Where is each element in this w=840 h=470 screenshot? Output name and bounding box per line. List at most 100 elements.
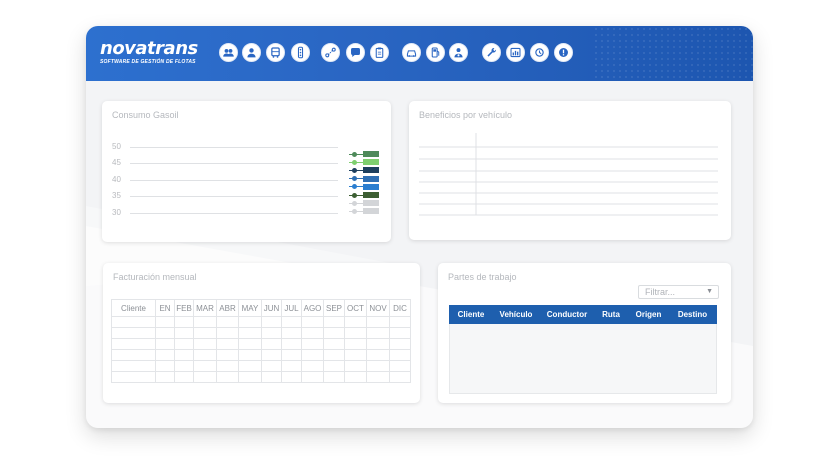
logo[interactable]: novatrans SOFTWARE DE GESTIÓN DE FLOTAS xyxy=(100,40,198,66)
legend-swatch xyxy=(363,192,379,198)
legend-marker xyxy=(352,208,357,214)
gridline xyxy=(130,213,338,214)
table-cell xyxy=(111,338,156,350)
table-row xyxy=(111,338,411,350)
app-window: novatrans SOFTWARE DE GESTIÓN DE FLOTAS xyxy=(86,26,753,428)
wrench-icon[interactable] xyxy=(482,43,501,62)
table-cell xyxy=(261,338,282,350)
fuel-icon[interactable] xyxy=(426,43,445,62)
table-row xyxy=(111,360,411,372)
gridline xyxy=(130,196,338,197)
column-header[interactable]: MAR xyxy=(193,299,217,317)
report-icon[interactable] xyxy=(506,43,525,62)
table-cell xyxy=(238,360,262,372)
table-cell xyxy=(261,327,282,339)
traffic-light-icon[interactable] xyxy=(291,43,310,62)
chat-icon[interactable] xyxy=(346,43,365,62)
partes-title: Partes de trabajo xyxy=(448,272,517,282)
column-header[interactable]: FEB xyxy=(174,299,194,317)
gridline xyxy=(130,163,338,164)
table-cell xyxy=(389,360,411,372)
service-icon[interactable] xyxy=(530,43,549,62)
driver-icon[interactable] xyxy=(449,43,468,62)
column-header[interactable]: Conductor xyxy=(539,310,595,319)
legend-marker xyxy=(352,192,357,198)
column-header[interactable]: AGO xyxy=(301,299,324,317)
table-cell xyxy=(261,360,282,372)
table-cell xyxy=(174,360,194,372)
column-header[interactable]: Ruta xyxy=(595,310,627,319)
header-pattern xyxy=(593,26,753,81)
column-header[interactable]: JUN xyxy=(261,299,282,317)
table-cell xyxy=(238,349,262,361)
table-cell xyxy=(193,316,217,328)
table-cell xyxy=(111,371,156,383)
table-cell xyxy=(155,371,175,383)
user-icon[interactable] xyxy=(242,43,261,62)
table-cell xyxy=(301,360,324,372)
table-cell xyxy=(238,338,262,350)
table-cell xyxy=(216,360,239,372)
table-cell xyxy=(193,371,217,383)
table-cell xyxy=(281,327,302,339)
table-row xyxy=(111,327,411,339)
column-header[interactable]: MAY xyxy=(238,299,262,317)
bus-icon[interactable] xyxy=(266,43,285,62)
table-cell xyxy=(193,327,217,339)
alert-icon[interactable] xyxy=(554,43,573,62)
table-cell xyxy=(216,371,239,383)
table-cell xyxy=(389,316,411,328)
partes-table-header: Cliente Vehículo Conductor Ruta Origen D… xyxy=(449,305,717,324)
column-header[interactable]: NOV xyxy=(366,299,390,317)
column-header[interactable]: JUL xyxy=(281,299,302,317)
table-cell xyxy=(323,371,345,383)
table-cell xyxy=(389,371,411,383)
legend-swatch xyxy=(363,159,379,166)
table-cell xyxy=(216,338,239,350)
table-cell xyxy=(301,327,324,339)
column-header[interactable]: Origen xyxy=(627,310,670,319)
table-cell xyxy=(155,316,175,328)
legend-swatch xyxy=(363,167,379,174)
table-cell xyxy=(111,349,156,361)
route-icon[interactable] xyxy=(321,43,340,62)
clipboard-icon[interactable] xyxy=(370,43,389,62)
table-cell xyxy=(111,327,156,339)
legend-marker xyxy=(352,151,357,157)
legend-swatch xyxy=(363,208,379,215)
table-cell xyxy=(281,338,302,350)
car-icon[interactable] xyxy=(402,43,421,62)
table-cell xyxy=(155,360,175,372)
table-cell xyxy=(174,349,194,361)
table-cell xyxy=(193,349,217,361)
table-cell xyxy=(261,316,282,328)
column-header[interactable]: Cliente xyxy=(111,299,156,317)
table-cell xyxy=(366,371,390,383)
partes-panel: Partes de trabajo Filtrar... ▼ Cliente V… xyxy=(438,263,731,403)
filter-dropdown[interactable]: Filtrar... ▼ xyxy=(638,285,719,299)
table-cell xyxy=(174,327,194,339)
table-cell xyxy=(174,371,194,383)
table-cell xyxy=(193,338,217,350)
column-header[interactable]: OCT xyxy=(344,299,367,317)
column-header[interactable]: SEP xyxy=(323,299,345,317)
column-header[interactable]: Vehículo xyxy=(493,310,539,319)
table-cell xyxy=(301,349,324,361)
legend-marker xyxy=(352,184,357,190)
legend-swatch xyxy=(363,151,379,157)
legend-marker xyxy=(352,176,357,182)
consumo-title: Consumo Gasoil xyxy=(112,110,179,120)
facturacion-table-body xyxy=(111,316,411,383)
column-header[interactable]: Destino xyxy=(670,310,715,319)
chevron-down-icon: ▼ xyxy=(706,288,713,295)
column-header[interactable]: DIC xyxy=(389,299,411,317)
table-row xyxy=(111,349,411,361)
column-header[interactable]: EN xyxy=(155,299,175,317)
table-cell xyxy=(261,349,282,361)
column-header[interactable]: Cliente xyxy=(449,310,493,319)
column-header[interactable]: ABR xyxy=(216,299,239,317)
legend-item xyxy=(349,192,381,198)
table-cell xyxy=(111,316,156,328)
table-cell xyxy=(216,327,239,339)
users-icon[interactable] xyxy=(219,43,238,62)
